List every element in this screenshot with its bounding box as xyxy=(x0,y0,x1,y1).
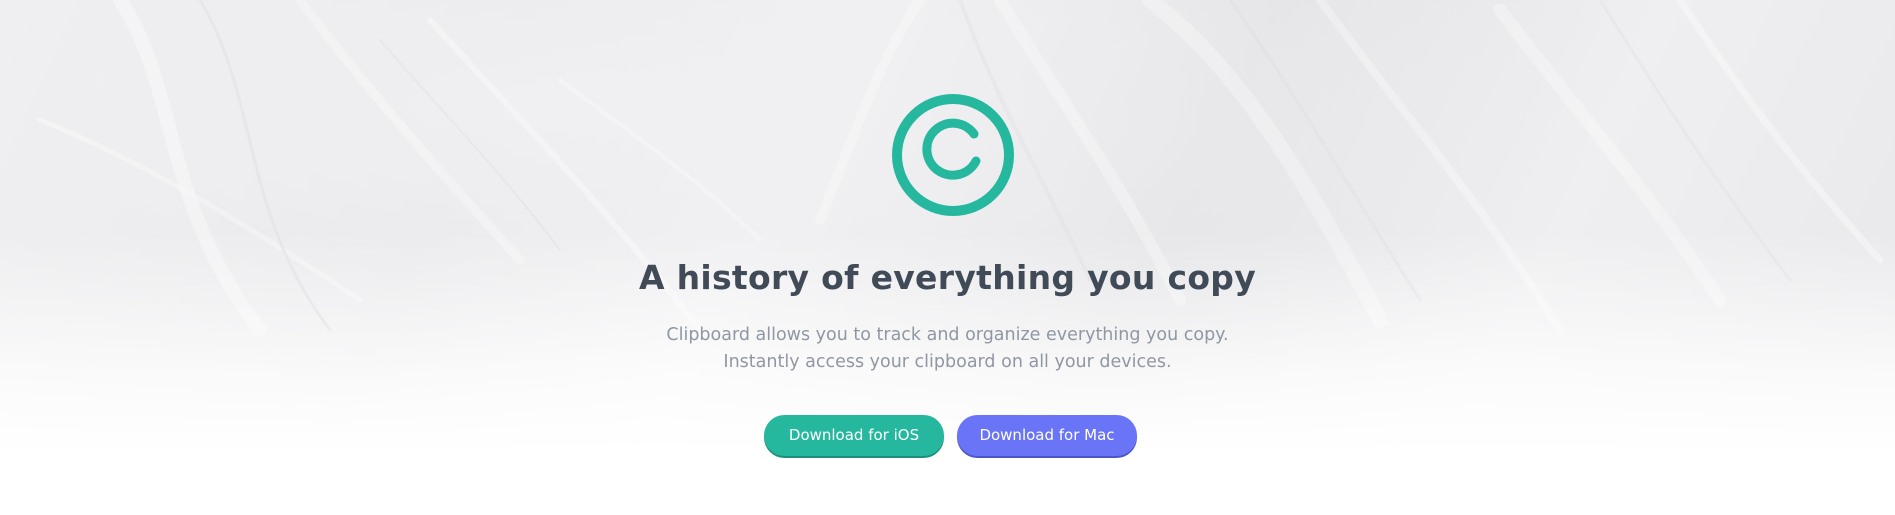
download-ios-button[interactable]: Download for iOS xyxy=(764,415,944,456)
download-mac-button[interactable]: Download for Mac xyxy=(957,415,1137,456)
page-title: A history of everything you copy xyxy=(638,258,1257,297)
hero-description: Clipboard allows you to track and organi… xyxy=(666,325,1229,372)
hero-section: A history of everything you copy Clipboa… xyxy=(0,0,1895,515)
copyright-icon xyxy=(892,94,1014,216)
